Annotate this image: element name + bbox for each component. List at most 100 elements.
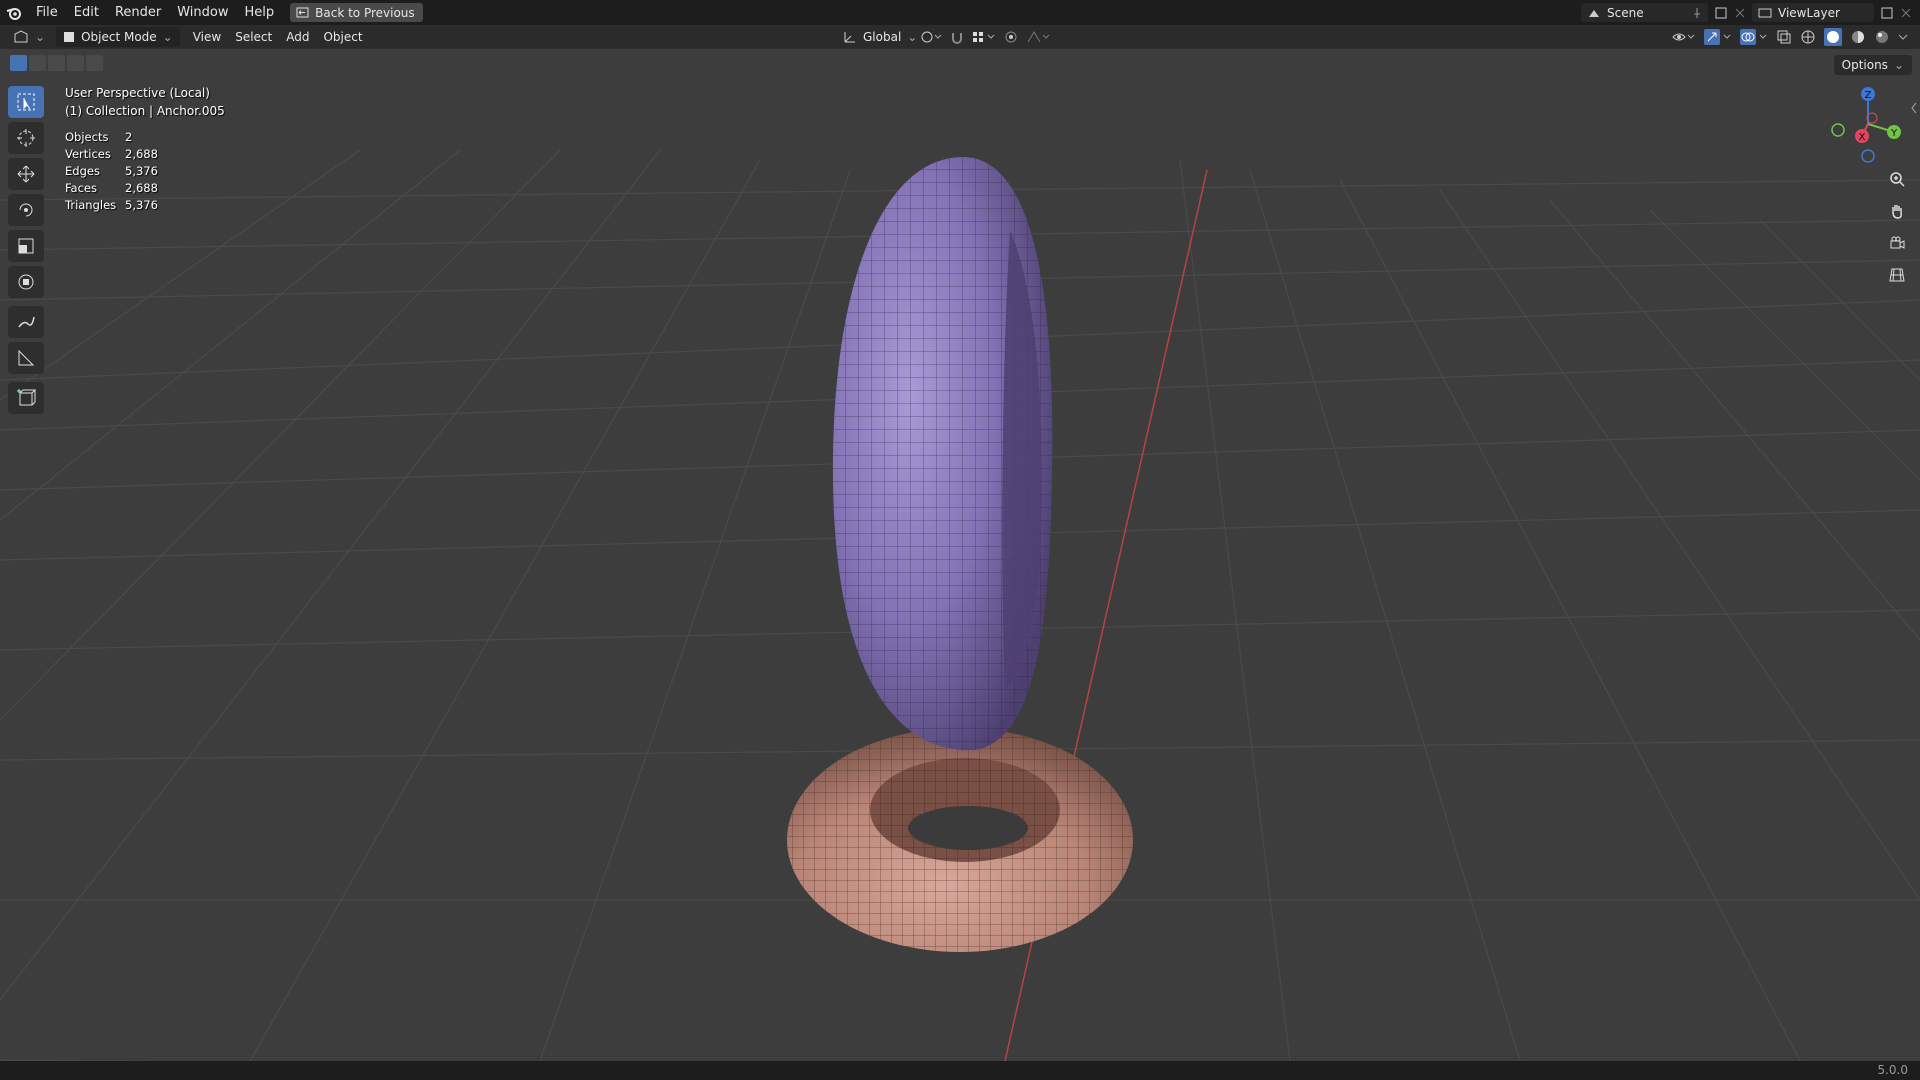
view-layer-selector[interactable]: ViewLayer <box>1752 3 1874 22</box>
options-button[interactable]: Options ⌄ <box>1833 55 1912 75</box>
mode-selector[interactable]: Object Mode ⌄ <box>56 27 180 47</box>
menu-select[interactable]: Select <box>228 27 279 47</box>
gizmo-z-label: Z <box>1865 90 1872 101</box>
stat-label: Faces <box>65 181 97 195</box>
material-shading-icon[interactable] <box>1850 29 1866 45</box>
menu-edit[interactable]: Edit <box>66 5 107 20</box>
version-label: 5.0.0 <box>1877 1063 1908 1077</box>
select-invert-icon[interactable] <box>67 55 84 71</box>
stat-value: 2,688 <box>125 147 158 161</box>
lower-torus[interactable] <box>787 728 1133 952</box>
menu-render[interactable]: Render <box>107 5 169 20</box>
move-icon <box>17 165 35 183</box>
overlays-toggle-icon[interactable] <box>1740 29 1768 45</box>
status-bar: 5.0.0 <box>0 1061 1920 1080</box>
add-cube-icon <box>17 389 36 406</box>
viewport-scene <box>0 149 1920 1061</box>
transform-orientation-selector[interactable]: Global ⌄ <box>836 27 924 47</box>
rotate-tool[interactable] <box>8 194 44 226</box>
xray-toggle-icon[interactable] <box>1776 29 1792 45</box>
collection-label: (1) Collection | Anchor.005 <box>65 104 225 118</box>
stats-row: Faces 2,688 <box>65 181 158 198</box>
snap-toggle-icon[interactable] <box>950 30 964 44</box>
navigation-gizmo[interactable]: Z Y X <box>1824 84 1904 164</box>
select-new-icon[interactable] <box>10 55 27 71</box>
grid-icon <box>1889 268 1905 282</box>
add-cube-tool[interactable] <box>8 382 44 414</box>
transform-tool[interactable] <box>8 266 44 298</box>
back-icon <box>296 7 309 18</box>
3d-viewport[interactable]: User Perspective (Local) (1) Collection … <box>0 49 1920 1061</box>
scale-icon <box>18 238 34 254</box>
stats-row: Edges 5,376 <box>65 164 158 181</box>
orientation-icon <box>844 32 855 43</box>
stats-row: Triangles 5,376 <box>65 198 158 215</box>
delete-scene-icon[interactable] <box>1734 7 1746 19</box>
scene-selector[interactable]: Scene <box>1581 3 1708 22</box>
viewport-header: ⌄ Object Mode ⌄ View Select Add Object G… <box>0 25 1920 49</box>
zoom-button[interactable] <box>1884 166 1910 192</box>
tool-shelf <box>8 86 46 414</box>
new-view-layer-icon[interactable] <box>1880 6 1894 20</box>
new-scene-icon[interactable] <box>1714 6 1728 20</box>
transform-icon <box>18 274 34 290</box>
stat-value: 5,376 <box>125 198 158 212</box>
solid-shading-icon[interactable] <box>1824 28 1842 46</box>
rotate-icon <box>19 203 33 217</box>
annotate-tool[interactable] <box>8 306 44 338</box>
wireframe-shading-icon[interactable] <box>1800 29 1816 45</box>
back-to-previous-label: Back to Previous <box>315 5 415 20</box>
select-intersect-icon[interactable] <box>86 55 103 71</box>
pivot-point-icon[interactable] <box>920 30 942 44</box>
upper-torus[interactable] <box>832 156 1053 751</box>
stat-label: Objects <box>65 130 109 144</box>
pan-button[interactable] <box>1884 198 1910 224</box>
select-box-tool[interactable] <box>8 86 44 118</box>
select-subtract-icon[interactable] <box>48 55 65 71</box>
gizmo-x-label: X <box>1859 132 1866 143</box>
menu-window[interactable]: Window <box>169 5 236 20</box>
camera-view-button[interactable] <box>1884 230 1910 256</box>
visibility-icon[interactable] <box>1672 30 1696 44</box>
scene-statistics: Objects 2 Vertices 2,688 Edges 5,376 Faces 2… <box>65 130 158 215</box>
menu-object[interactable]: Object <box>316 27 369 47</box>
cursor-icon <box>17 129 35 147</box>
measure-tool[interactable] <box>8 342 44 374</box>
blender-logo-icon[interactable] <box>0 0 28 25</box>
perspective-toggle-button[interactable] <box>1884 262 1910 288</box>
stat-value: 2 <box>125 130 133 144</box>
sidebar-toggle-icon[interactable] <box>1910 101 1918 115</box>
mode-label: Object Mode <box>81 30 157 44</box>
select-box-icon <box>17 93 35 111</box>
scale-tool[interactable] <box>8 230 44 262</box>
proportional-editing-icon[interactable] <box>1004 30 1018 44</box>
measure-icon <box>18 349 35 366</box>
delete-view-layer-icon[interactable] <box>1900 7 1912 19</box>
options-label: Options <box>1841 58 1888 72</box>
rendered-shading-icon[interactable] <box>1874 29 1890 45</box>
viewport-info: User Perspective (Local) (1) Collection … <box>65 84 225 120</box>
menu-help[interactable]: Help <box>237 5 283 20</box>
3d-viewport-icon <box>14 30 28 43</box>
view-layer-name: ViewLayer <box>1778 5 1840 20</box>
falloff-icon[interactable] <box>1026 30 1050 44</box>
shading-options-icon[interactable] <box>1898 32 1908 42</box>
editor-type-button[interactable]: ⌄ <box>6 27 52 47</box>
stat-value: 5,376 <box>125 164 158 178</box>
gizmo-toggle-icon[interactable] <box>1704 29 1732 45</box>
stat-value: 2,688 <box>125 181 158 195</box>
orientation-label: Global <box>863 30 902 44</box>
gizmo-y-label: Y <box>1890 128 1898 139</box>
scene-icon <box>1589 9 1599 17</box>
menu-add[interactable]: Add <box>279 27 316 47</box>
menu-file[interactable]: File <box>28 5 66 20</box>
move-tool[interactable] <box>8 158 44 190</box>
cursor-tool[interactable] <box>8 122 44 154</box>
hand-icon <box>1892 205 1902 219</box>
back-to-previous-button[interactable]: Back to Previous <box>290 3 423 22</box>
stats-row: Objects 2 <box>65 130 158 147</box>
navigation-buttons <box>1884 166 1910 288</box>
select-extend-icon[interactable] <box>29 55 46 71</box>
menu-view[interactable]: View <box>186 27 228 47</box>
snap-target-icon[interactable] <box>972 30 996 44</box>
